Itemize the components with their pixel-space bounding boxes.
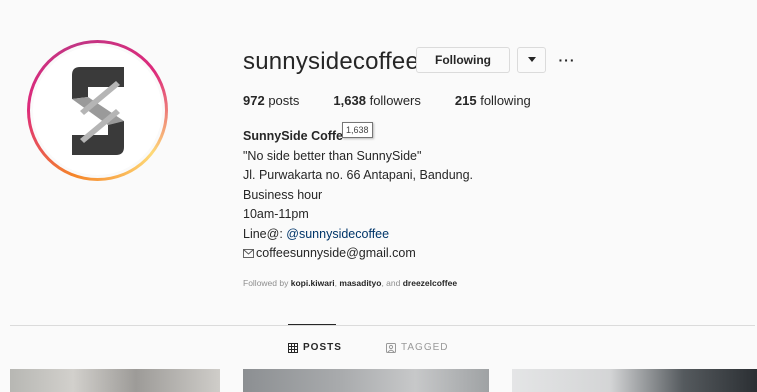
- profile-full-name: SunnySide Coffe: [243, 129, 344, 143]
- followers-tooltip: 1,638: [342, 122, 373, 138]
- tabs-divider: [10, 325, 755, 326]
- avatar-logo: [33, 46, 162, 175]
- line-account-prefix: Line@:: [243, 226, 287, 241]
- following-label: following: [480, 93, 531, 108]
- followed-by-text[interactable]: Followed by kopi.kiwari, masadityo, and …: [243, 278, 457, 288]
- grid-icon: [288, 342, 298, 353]
- posts-count: 972: [243, 93, 265, 108]
- tab-posts-label: POSTS: [303, 342, 342, 353]
- followers-label: followers: [369, 93, 421, 108]
- profile-username: sunnysidecoffee: [243, 48, 420, 75]
- bio-line-line-account: Line@: @sunnysidecoffee: [243, 225, 473, 245]
- post-thumbnail[interactable]: [512, 369, 757, 392]
- profile-bio: SunnySide Coffe "No side better than Sun…: [243, 127, 473, 264]
- following-button[interactable]: Following: [416, 47, 510, 73]
- caret-down-icon: [527, 57, 536, 62]
- posts-stat: 972 posts: [243, 93, 299, 108]
- bio-line: Jl. Purwakarta no. 66 Antapani, Bandung.: [243, 168, 474, 182]
- bio-email-line: coffeesunnyside@gmail.com: [243, 244, 473, 264]
- tab-tagged-label: TAGGED: [401, 342, 449, 353]
- posts-label: posts: [268, 93, 300, 108]
- follower-name: kopi.kiwari: [290, 278, 335, 288]
- more-horizontal-icon: ···: [558, 52, 576, 68]
- tab-tagged[interactable]: TAGGED: [386, 342, 448, 353]
- avatar-border: [30, 43, 165, 178]
- brand-logo-icon: [71, 66, 124, 155]
- followed-by-separator: , and: [381, 278, 403, 288]
- post-thumbnail[interactable]: [243, 369, 489, 392]
- envelope-icon: [243, 249, 254, 258]
- following-count: 215: [454, 93, 477, 108]
- post-thumbnail[interactable]: [10, 369, 220, 392]
- bio-email: coffeesunnyside@gmail.com: [256, 246, 416, 260]
- active-tab-indicator: [288, 324, 336, 325]
- profile-avatar[interactable]: [27, 40, 168, 181]
- bio-line: 10am-11pm: [243, 207, 309, 221]
- bio-line: "No side better than SunnySide": [243, 148, 422, 163]
- tag-icon: [386, 342, 396, 353]
- bio-line: Business hour: [243, 187, 323, 202]
- profile-stats: 972 posts 1,638 followers 215 following: [243, 93, 565, 108]
- follower-name: masadityo: [339, 278, 382, 288]
- followers-stat[interactable]: 1,638 followers: [333, 93, 420, 108]
- followed-by-prefix: Followed by: [243, 278, 291, 288]
- tab-posts[interactable]: POSTS: [288, 342, 342, 353]
- follow-options-button[interactable]: [517, 47, 546, 73]
- follower-name: dreezelcoffee: [402, 278, 458, 288]
- following-stat[interactable]: 215 following: [455, 93, 531, 108]
- line-account-link[interactable]: @sunnysidecoffee: [286, 227, 389, 241]
- more-options-button[interactable]: ···: [556, 47, 578, 73]
- followers-count: 1,638: [333, 93, 366, 108]
